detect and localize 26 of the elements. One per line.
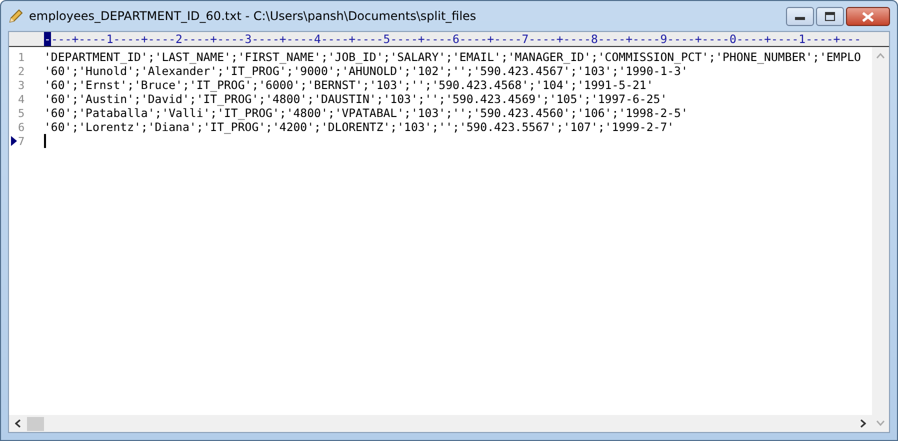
line-number: 5 (18, 106, 25, 120)
scroll-left-icon[interactable] (15, 419, 21, 428)
ruler: ----+----1----+----2----+----3----+----4----+----5----+----6----+----7----+----8----+----9----+----0----+----1----+--- (9, 32, 889, 47)
text-line: '60';'Lorentz';'Diana';'IT_PROG';'4200';'DLORENTZ';'103';'';'590.423.5567';'107';'1999-2-7' (44, 120, 674, 134)
line-number: 3 (18, 78, 25, 92)
text-line: '60';'Hunold';'Alexander';'IT_PROG';'9000';'AHUNOLD';'102';'';'590.423.4567';'103';'1990-1-3' (44, 64, 688, 78)
line-number: 4 (18, 92, 25, 106)
line-number: 2 (18, 64, 25, 78)
text-cursor (44, 134, 46, 148)
scroll-thumb[interactable] (27, 416, 44, 430)
maximize-button[interactable] (816, 7, 844, 26)
text-line: 'DEPARTMENT_ID';'LAST_NAME';'FIRST_NAME';'JOB_ID';'SALARY';'EMAIL';'MANAGER_ID';'COMMISSION_PCT';'PHONE_NUMBER';'EMPLO (44, 50, 861, 64)
close-button[interactable] (846, 7, 890, 26)
maximize-icon (825, 12, 835, 21)
scroll-right-icon[interactable] (860, 419, 866, 428)
minimize-button[interactable] (786, 7, 814, 26)
window-title: employees_DEPARTMENT_ID_60.txt - C:\Users\pansh\Documents\split_files (29, 9, 476, 23)
text-line: '60';'Austin';'David';'IT_PROG';'4800';'DAUSTIN';'103';'';'590.423.4569';'105';'1997-6-25' (44, 92, 668, 106)
text-line: '60';'Pataballa';'Valli';'IT_PROG';'4800';'VPATABAL';'103';'';'590.423.4560';'106';'1998-2-5' (44, 106, 688, 120)
line-number: 7 (18, 134, 25, 148)
line-number: 1 (18, 50, 25, 64)
line-number: 6 (18, 120, 25, 134)
horizontal-scrollbar[interactable] (9, 415, 872, 432)
pencil-icon (8, 8, 24, 24)
close-icon (862, 12, 874, 22)
text-line: '60';'Ernst';'Bruce';'IT_PROG';'6000';'BERNST';'103';'';'590.423.4568';'104';'1991-5-21' (44, 78, 654, 92)
